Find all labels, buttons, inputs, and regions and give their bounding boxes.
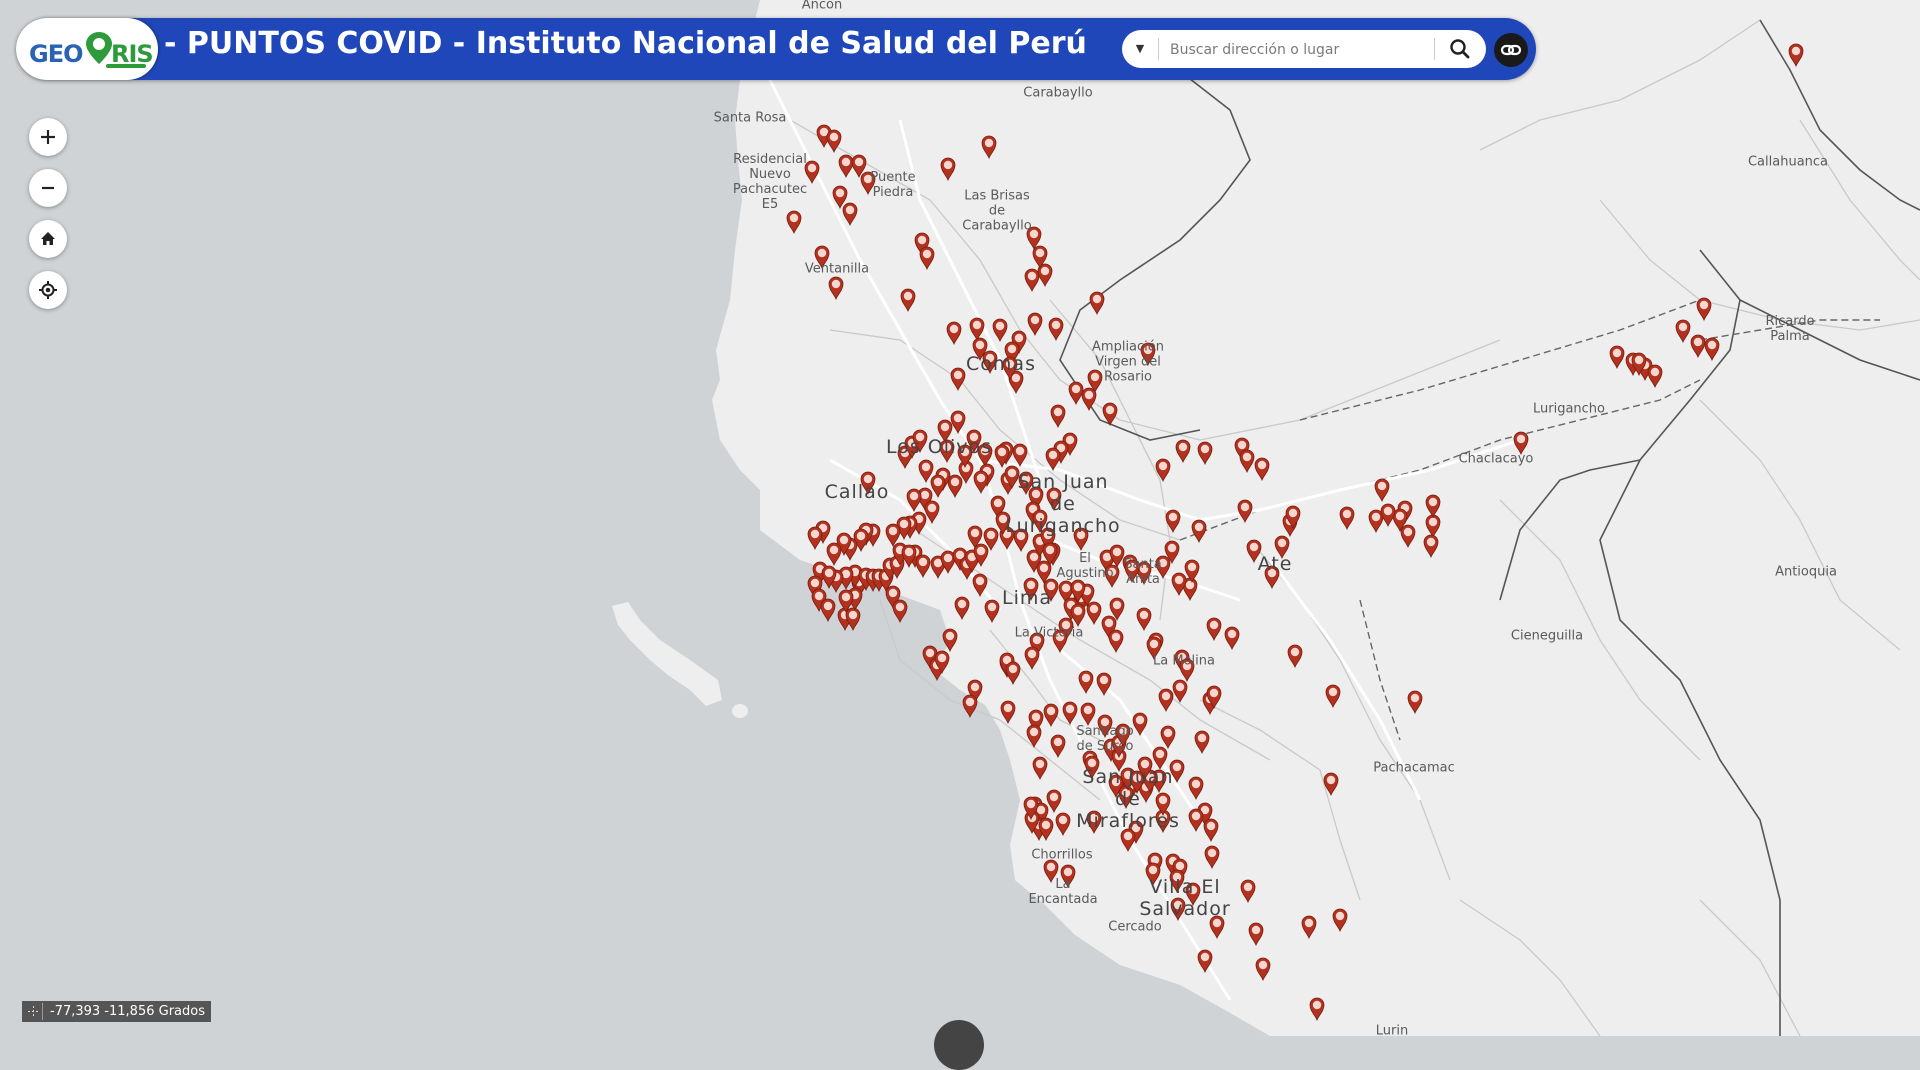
search-input[interactable] [1168, 36, 1422, 64]
search-button[interactable] [1444, 36, 1476, 62]
coordinate-readout: -77,393 -11,856 Grados [22, 1001, 211, 1022]
logo-underline [106, 64, 146, 68]
locate-button[interactable] [29, 271, 67, 309]
home-button[interactable] [29, 220, 67, 258]
link-icon [1500, 44, 1522, 56]
logo-pin-icon [86, 32, 112, 64]
bottom-panel-toggle[interactable] [934, 1020, 984, 1070]
header-bar: GEO RIS - PUNTOS COVID - Instituto Nacio… [16, 18, 1536, 80]
coordinate-text: -77,393 -11,856 Grados [50, 1004, 205, 1019]
search-box: ▼ [1122, 30, 1486, 68]
crosshair-icon[interactable] [25, 1003, 43, 1020]
logo-text-geo: GEO [29, 40, 83, 68]
chevron-down-icon[interactable]: ▼ [1130, 40, 1150, 58]
divider [1434, 38, 1435, 60]
divider [1158, 38, 1159, 60]
plus-icon [41, 130, 55, 144]
page-title: - PUNTOS COVID - Instituto Nacional de S… [164, 26, 1087, 61]
georis-logo[interactable]: GEO RIS [16, 18, 158, 80]
zoom-out-button[interactable] [29, 169, 67, 207]
home-icon [41, 232, 55, 245]
minus-icon [42, 186, 54, 190]
search-icon [1450, 39, 1470, 59]
share-link-button[interactable] [1494, 33, 1528, 67]
locate-icon [39, 281, 57, 299]
zoom-in-button[interactable] [29, 118, 67, 156]
map-canvas[interactable] [0, 0, 1920, 1036]
